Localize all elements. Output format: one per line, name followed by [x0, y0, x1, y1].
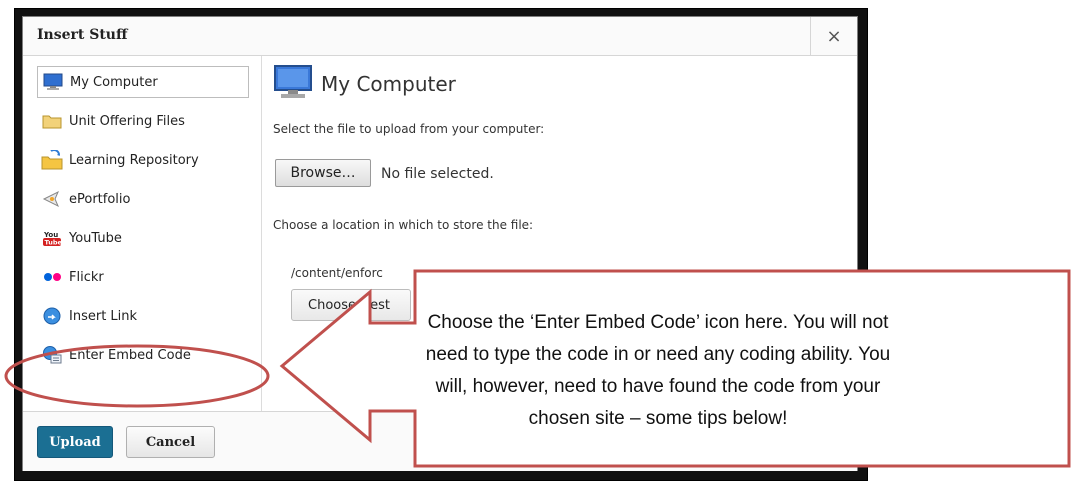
callout-text: Choose the ‘Enter Embed Code’ icon here.… — [425, 312, 891, 429]
embed-code-highlight-ellipse — [4, 344, 270, 408]
